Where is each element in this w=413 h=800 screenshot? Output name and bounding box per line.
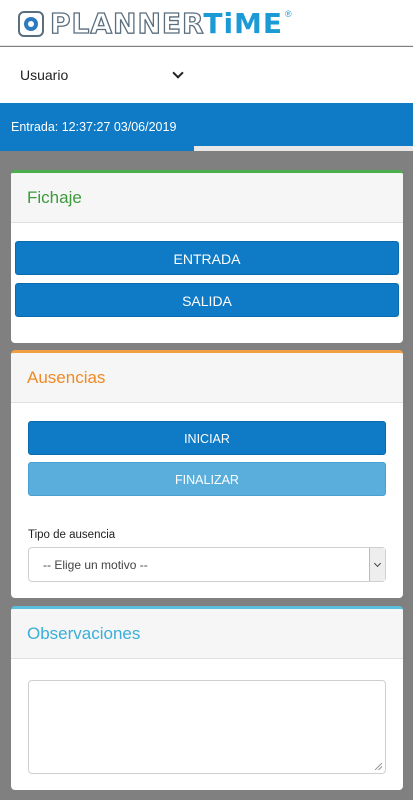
user-bar: Usuario <box>0 47 413 103</box>
entrada-button[interactable]: ENTRADA <box>15 241 399 275</box>
observaciones-title: Observaciones <box>11 609 403 659</box>
finalizar-button[interactable]: FINALIZAR <box>28 462 386 496</box>
logo-text: PLANNERTiME <box>49 7 284 40</box>
logo-mark-icon <box>18 11 44 37</box>
plannertime-logo: PLANNERTiME ® <box>18 7 292 40</box>
tipo-ausencia-label: Tipo de ausencia <box>28 529 116 541</box>
fichaje-panel: Fichaje ENTRADA SALIDA <box>11 170 403 343</box>
user-select[interactable]: Usuario <box>20 65 190 85</box>
tipo-ausencia-value: -- Elige un motivo -- <box>43 557 148 572</box>
resize-handle-icon[interactable] <box>375 763 382 770</box>
observaciones-textarea[interactable] <box>28 680 386 774</box>
app-header: PLANNERTiME ® <box>0 0 413 46</box>
status-progress-bar <box>194 146 413 151</box>
select-arrow-icon <box>369 548 385 581</box>
registered-mark: ® <box>285 9 292 19</box>
salida-button[interactable]: SALIDA <box>15 283 399 317</box>
observaciones-panel: Observaciones <box>11 606 403 790</box>
status-bar: Entrada: 12:37:27 03/06/2019 <box>0 103 413 151</box>
fichaje-title: Fichaje <box>11 173 403 223</box>
ausencias-panel: Ausencias INICIAR FINALIZAR Tipo de ause… <box>11 350 403 598</box>
iniciar-button[interactable]: INICIAR <box>28 421 386 455</box>
ausencias-title: Ausencias <box>11 353 403 403</box>
chevron-down-icon <box>172 67 184 79</box>
user-select-value: Usuario <box>20 67 69 83</box>
entrada-status: Entrada: 12:37:27 03/06/2019 <box>11 120 177 134</box>
tipo-ausencia-select[interactable]: -- Elige un motivo -- <box>28 547 386 582</box>
